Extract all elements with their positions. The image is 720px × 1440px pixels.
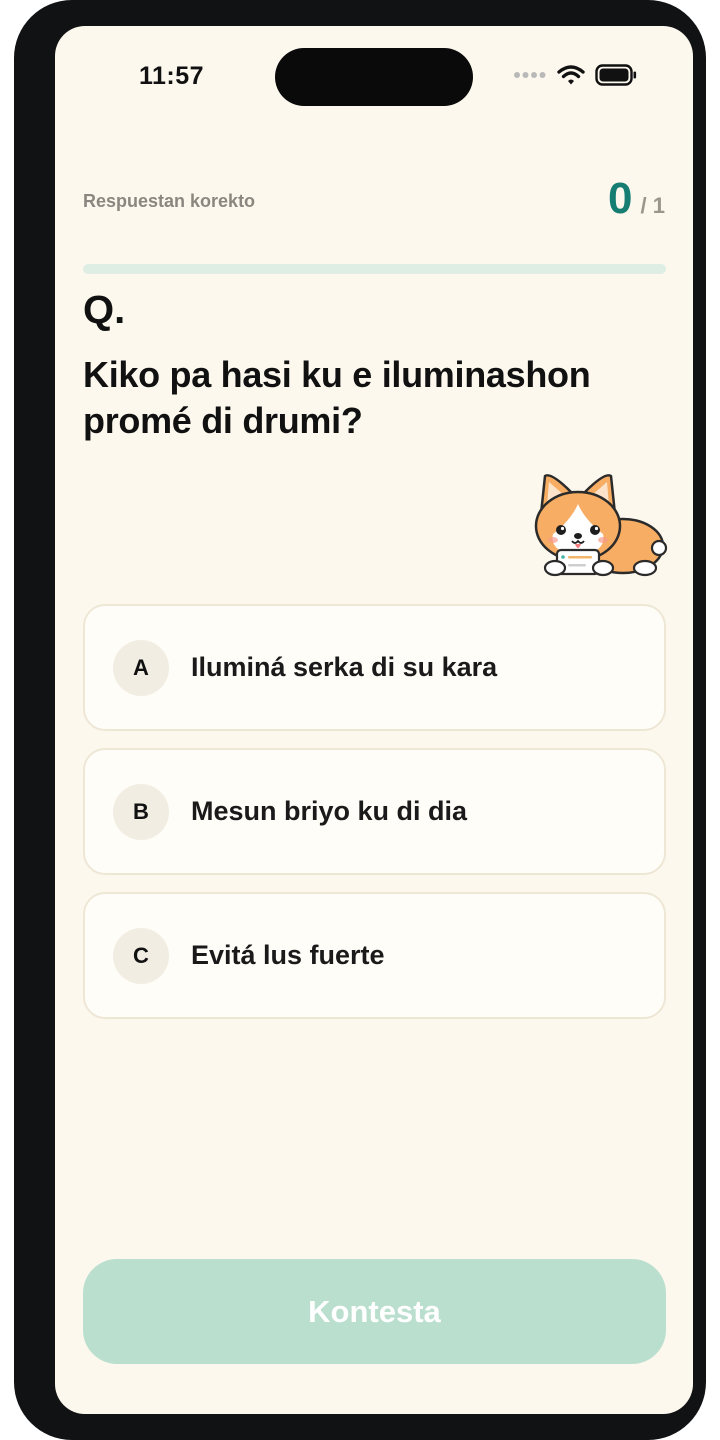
option-b[interactable]: B Mesun briyo ku di dia — [83, 748, 666, 875]
option-text-c: Evitá lus fuerte — [191, 940, 385, 970]
score-total: / 1 — [640, 193, 665, 218]
score-counter: 0 / 1 — [608, 174, 665, 224]
phone-frame: 11:57 Respuestan korekto 0 / 1 Q. Kiko p… — [14, 0, 706, 1440]
corgi-mascot-icon — [534, 474, 668, 577]
battery-icon — [595, 64, 637, 86]
option-text-b: Mesun briyo ku di dia — [191, 796, 468, 826]
option-text-a: Iluminá serka di su kara — [191, 652, 498, 682]
progress-bar — [83, 264, 666, 274]
screen: 11:57 Respuestan korekto 0 / 1 Q. Kiko p… — [55, 26, 693, 1414]
status-time: 11:57 — [139, 62, 205, 90]
wifi-icon — [557, 65, 585, 85]
dynamic-island — [275, 48, 473, 106]
status-icons — [513, 64, 637, 86]
option-letter-b: B — [113, 783, 169, 840]
score-label: Respuestan korekto — [83, 191, 256, 211]
question-text: Kiko pa hasi ku e iluminashon promé di d… — [83, 354, 591, 441]
option-letter-c: C — [113, 927, 169, 984]
option-letter-a: A — [113, 639, 169, 696]
option-c[interactable]: C Evitá lus fuerte — [83, 892, 666, 1019]
submit-button[interactable]: Kontesta — [83, 1259, 666, 1364]
option-a[interactable]: A Iluminá serka di su kara — [83, 604, 666, 731]
score-value: 0 — [608, 174, 633, 223]
signal-dots-icon — [514, 72, 546, 78]
question-marker: Q. — [83, 288, 126, 332]
